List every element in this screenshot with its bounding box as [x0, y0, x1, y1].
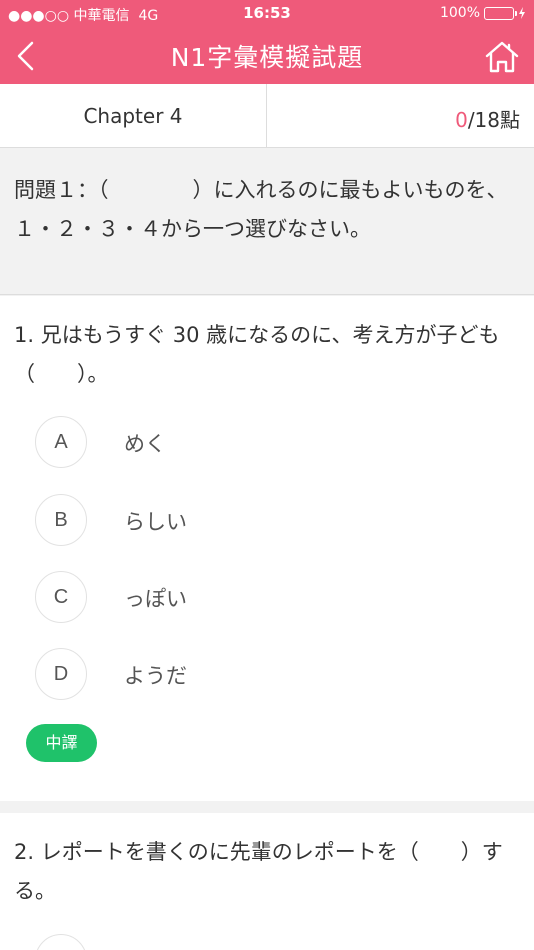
- chapter-bar: Chapter 4 0/18點: [0, 84, 534, 148]
- option-d[interactable]: D ようだ: [35, 648, 515, 700]
- score-total: /18點: [467, 108, 520, 132]
- option-text[interactable]: っぽい: [124, 583, 187, 613]
- option-text[interactable]: らしい: [124, 506, 187, 536]
- option-letter[interactable]: D: [35, 648, 87, 700]
- divider: [266, 84, 267, 148]
- option-letter[interactable]: B: [35, 494, 87, 546]
- nav-bar: N1字彙模擬試題: [0, 28, 534, 84]
- score-got: 0: [455, 108, 468, 132]
- battery-icon: [484, 6, 517, 20]
- option-text[interactable]: めく: [124, 428, 166, 458]
- chapter-label: Chapter 4: [83, 104, 183, 128]
- option-text[interactable]: ようだ: [124, 660, 187, 690]
- battery-status: 100%: [440, 5, 526, 21]
- option-c[interactable]: C っぽい: [35, 571, 515, 623]
- battery-percent: 100%: [439, 5, 480, 21]
- question-text: 2. レポートを書くのに先輩のレポートを（ ）する。: [14, 840, 503, 903]
- option-b[interactable]: B らしい: [35, 494, 515, 546]
- option-a[interactable]: A めく: [35, 416, 515, 468]
- question-card: 2. レポートを書くのに先輩のレポートを（ ）する。: [0, 813, 534, 950]
- translate-button[interactable]: 中譯: [26, 724, 97, 762]
- option-circle[interactable]: [35, 934, 87, 950]
- charging-bolt-icon: [519, 7, 525, 19]
- status-bar: ●●●○○ 中華電信 4G 16:53 100%: [0, 0, 534, 28]
- score-display: 0/18點: [455, 104, 520, 133]
- page-title: N1字彙模擬試題: [170, 43, 364, 72]
- question-card: 1. 兄はもうすぐ 30 歳になるのに、考え方が子ども（ ）。 A めく B ら…: [0, 296, 534, 801]
- instruction-text: 問題１：（ ）に入れるのに最もよいものを、１・２・３・４から一つ選びなさい。: [0, 149, 534, 295]
- option-letter[interactable]: C: [35, 571, 87, 623]
- option-letter[interactable]: A: [35, 416, 87, 468]
- home-button[interactable]: [484, 40, 520, 74]
- question-text: 1. 兄はもうすぐ 30 歳になるのに、考え方が子ども（ ）。: [14, 323, 500, 386]
